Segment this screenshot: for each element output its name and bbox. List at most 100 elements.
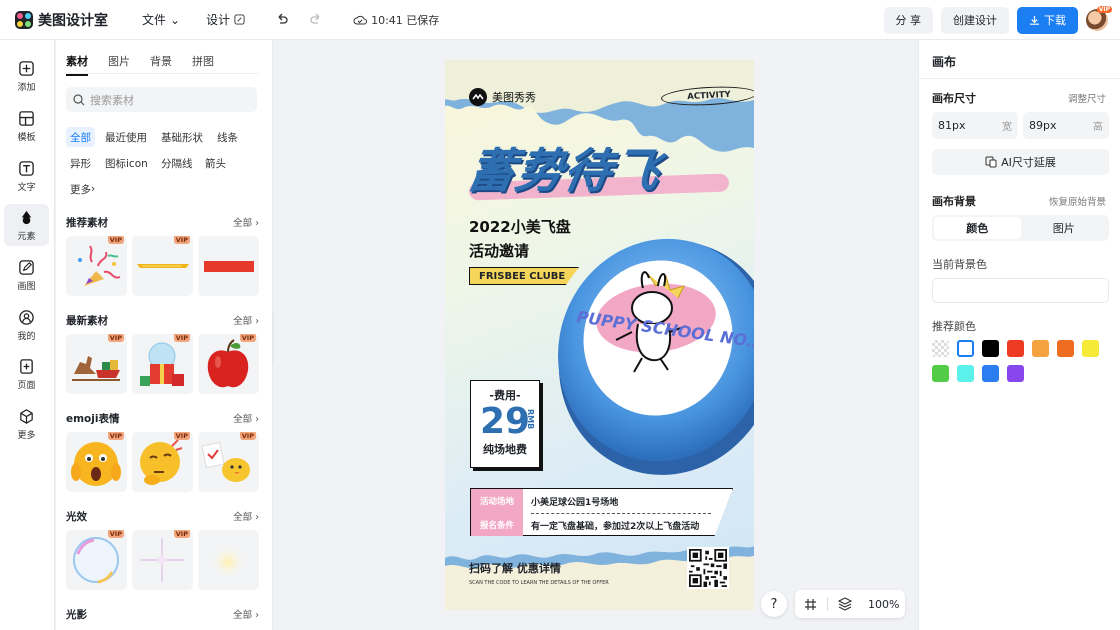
width-value: 81px	[938, 119, 966, 132]
vip-tag: VIP	[173, 432, 190, 440]
rail-label: 元素	[17, 231, 36, 242]
current-bg-label: 当前背景色	[932, 258, 987, 271]
canvas-bg-label: 画布背景	[932, 195, 976, 208]
asset-reindeer-sleigh[interactable]: VIP	[66, 334, 127, 394]
chip-basic-shapes[interactable]: 基础形状	[157, 127, 207, 147]
qr-code	[687, 547, 729, 589]
rail-item-text[interactable]: 文字	[4, 155, 49, 197]
edit-icon	[234, 14, 245, 25]
canvas-size-label: 画布尺寸	[932, 92, 976, 105]
asset-emoji-scared[interactable]: VIP	[66, 432, 127, 492]
chip-more-label: 更多	[70, 183, 91, 196]
restore-bg-link[interactable]: 恢复原始背景	[1049, 194, 1106, 208]
ai-resize-button[interactable]: AI尺寸延展	[932, 149, 1109, 175]
chip-icons[interactable]: 图标icon	[101, 153, 152, 173]
rail-item-mine[interactable]: 我的	[4, 304, 49, 346]
asset-emoji-chick[interactable]: VIP	[198, 432, 259, 492]
color-swatch[interactable]	[932, 365, 949, 382]
color-swatch[interactable]	[957, 340, 974, 357]
vip-tag: VIP	[239, 334, 256, 342]
download-button[interactable]: 下载	[1017, 6, 1078, 34]
section-title: 光效	[66, 511, 87, 523]
ai-expand-icon	[985, 156, 997, 168]
see-all-link[interactable]: 全部 ›	[233, 411, 259, 426]
color-swatch[interactable]	[1007, 340, 1024, 357]
asset-confetti[interactable]: VIP	[66, 236, 127, 296]
chevron-down-icon: ⌄	[170, 12, 181, 27]
grid-icon[interactable]	[804, 598, 817, 611]
color-swatch[interactable]	[982, 365, 999, 382]
info-value-venue: 小美足球公园1号场地	[531, 498, 619, 508]
share-button[interactable]: 分 享	[883, 6, 933, 34]
color-swatch[interactable]	[1032, 340, 1049, 357]
layers-icon[interactable]	[838, 597, 852, 611]
vip-tag: VIP	[239, 432, 256, 440]
rail-item-draw[interactable]: 画图	[4, 254, 49, 296]
see-all-link[interactable]: 全部 ›	[233, 607, 259, 622]
chip-all[interactable]: 全部	[66, 127, 95, 147]
poster-canvas[interactable]: 美图秀秀 ACTIVITY 蓄势待飞 2022小美飞盘 活动邀请 FRISBEE…	[445, 60, 754, 610]
asset-red-bar[interactable]	[198, 236, 259, 296]
color-swatch[interactable]	[932, 340, 949, 357]
ai-resize-label: AI尺寸延展	[1001, 156, 1056, 169]
section-title: 光影	[66, 609, 87, 621]
color-swatch[interactable]	[957, 365, 974, 382]
redo-icon[interactable]	[305, 9, 327, 31]
vip-tag: VIP	[107, 236, 124, 244]
user-icon	[19, 309, 34, 325]
bg-type-image[interactable]: 图片	[1021, 217, 1108, 239]
rail-item-pages[interactable]: 页面	[4, 353, 49, 395]
asset-brush-stroke[interactable]: VIP	[132, 236, 193, 296]
width-field[interactable]: 81px 宽	[932, 112, 1018, 139]
resize-link[interactable]: 调整尺寸	[1068, 91, 1106, 105]
rail-item-elements[interactable]: 元素	[4, 204, 49, 246]
app-logo[interactable]: 美图设计室	[15, 10, 108, 30]
color-swatch[interactable]	[1007, 365, 1024, 382]
zoom-level[interactable]: 100%	[868, 598, 899, 611]
file-menu[interactable]: 文件 ⌄	[142, 11, 180, 28]
info-label-requirement: 报名条件	[479, 521, 514, 531]
bg-type-color[interactable]: 颜色	[934, 217, 1021, 239]
info-table: 活动场地 报名条件 小美足球公园1号场地 有一定飞盘基础，参加过2次以上飞盘活动	[470, 488, 733, 536]
help-button[interactable]: ?	[761, 591, 787, 617]
rail-item-add[interactable]: 添加	[4, 55, 49, 97]
asset-bubble[interactable]: VIP	[66, 530, 127, 590]
chip-irregular[interactable]: 异形	[66, 153, 95, 173]
asset-glow[interactable]	[198, 530, 259, 590]
color-swatch[interactable]	[1057, 340, 1074, 357]
search-input[interactable]: 搜索素材	[66, 87, 257, 112]
color-swatch[interactable]	[982, 340, 999, 357]
rail-item-templates[interactable]: 模板	[4, 105, 49, 147]
info-value-requirement: 有一定飞盘基础，参加过2次以上飞盘活动	[531, 522, 700, 532]
frisbee-illustration: PUPPY SCHOOL NO.ZM!	[558, 238, 754, 475]
chip-more[interactable]: 更多 ›	[66, 179, 99, 199]
see-all-link[interactable]: 全部 ›	[233, 215, 259, 230]
height-field[interactable]: 89px 高	[1023, 112, 1109, 139]
see-all-link[interactable]: 全部 ›	[233, 509, 259, 524]
search-icon	[73, 93, 85, 105]
brand-name: 美图秀秀	[492, 91, 536, 104]
undo-icon[interactable]	[271, 9, 293, 31]
asset-apple[interactable]: VIP	[198, 334, 259, 394]
color-swatch[interactable]	[1082, 340, 1099, 357]
create-design-button[interactable]: 创建设计	[941, 6, 1009, 34]
rail-item-more[interactable]: 更多	[4, 403, 49, 445]
chip-recent[interactable]: 最近使用	[101, 127, 151, 147]
add-page-icon	[20, 358, 33, 374]
logo-icon	[15, 10, 33, 29]
current-bg-color[interactable]	[932, 278, 1109, 303]
chip-arrows[interactable]: 箭头	[201, 153, 230, 173]
height-value: 89px	[1029, 119, 1057, 132]
avatar[interactable]: VIP	[1086, 6, 1112, 31]
chip-lines[interactable]: 线条	[213, 127, 242, 147]
asset-snowglobe-gift[interactable]: VIP	[132, 334, 193, 394]
asset-sparkle[interactable]: VIP	[132, 530, 193, 590]
asset-emoji-thinking[interactable]: VIP	[132, 432, 193, 492]
chip-dividers[interactable]: 分隔线	[157, 153, 197, 173]
plus-square-icon	[19, 60, 34, 76]
see-all-link[interactable]: 全部 ›	[233, 313, 259, 328]
design-menu[interactable]: 设计	[206, 11, 245, 28]
info-label-venue: 活动场地	[479, 497, 514, 507]
search-placeholder: 搜索素材	[90, 93, 134, 107]
section-title: emoji表情	[66, 413, 120, 425]
